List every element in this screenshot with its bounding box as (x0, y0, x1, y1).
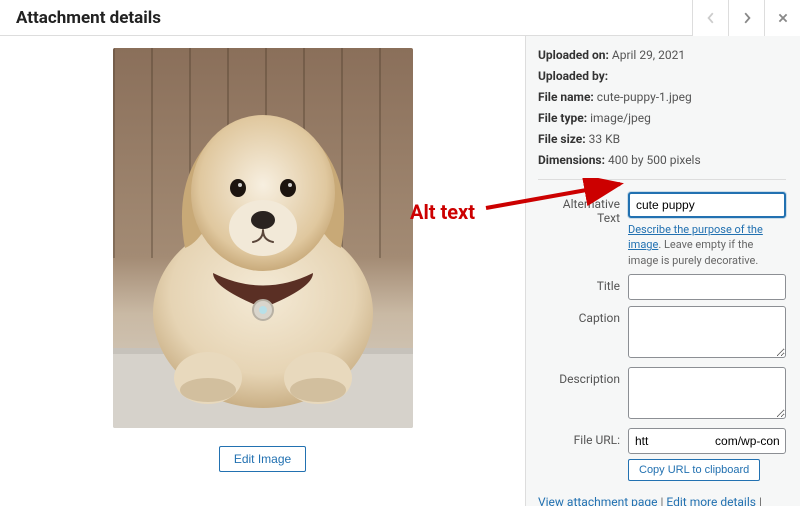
details-sidebar: Uploaded on: April 29, 2021 Uploaded by:… (525, 36, 800, 506)
chevron-right-icon (741, 12, 753, 24)
caption-input[interactable] (628, 306, 786, 358)
description-row: Description (538, 367, 786, 422)
attachment-image (113, 48, 413, 428)
chevron-left-icon (705, 12, 717, 24)
caption-label: Caption (538, 306, 628, 325)
view-attachment-link[interactable]: View attachment page (538, 495, 658, 506)
file-url-label: File URL: (538, 428, 628, 447)
divider (538, 179, 786, 180)
footer-links: View attachment page | Edit more details… (538, 493, 786, 506)
meta-uploaded-on: Uploaded on: April 29, 2021 (538, 46, 786, 64)
alt-text-label: Alternative Text (538, 192, 628, 225)
page-title: Attachment details (16, 8, 161, 28)
header-nav (692, 0, 800, 35)
next-button[interactable] (728, 0, 764, 36)
description-label: Description (538, 367, 628, 386)
caption-row: Caption (538, 306, 786, 361)
edit-image-button[interactable]: Edit Image (219, 446, 306, 472)
prev-button (692, 0, 728, 36)
description-input[interactable] (628, 367, 786, 419)
content: Edit Image Uploaded on: April 29, 2021 U… (0, 36, 800, 506)
edit-more-link[interactable]: Edit more details (666, 495, 756, 506)
meta-file-name: File name: cute-puppy-1.jpeg (538, 88, 786, 106)
file-url-input[interactable] (628, 428, 786, 454)
title-label: Title (538, 274, 628, 293)
title-row: Title (538, 274, 786, 300)
meta-uploaded-by: Uploaded by: (538, 67, 786, 85)
alt-text-input[interactable] (628, 192, 786, 218)
close-button[interactable] (764, 0, 800, 36)
copy-url-button[interactable]: Copy URL to clipboard (628, 459, 760, 481)
alt-text-row: Alternative Text Describe the purpose of… (538, 192, 786, 268)
meta-file-size: File size: 33 KB (538, 130, 786, 148)
title-input[interactable] (628, 274, 786, 300)
modal-header: Attachment details (0, 0, 800, 36)
file-url-row: File URL: Copy URL to clipboard (538, 428, 786, 481)
alt-help-text: Describe the purpose of the image. Leave… (628, 222, 786, 268)
close-icon (777, 12, 789, 24)
image-preview-area: Edit Image (0, 36, 525, 506)
meta-file-type: File type: image/jpeg (538, 109, 786, 127)
meta-dimensions: Dimensions: 400 by 500 pixels (538, 151, 786, 169)
